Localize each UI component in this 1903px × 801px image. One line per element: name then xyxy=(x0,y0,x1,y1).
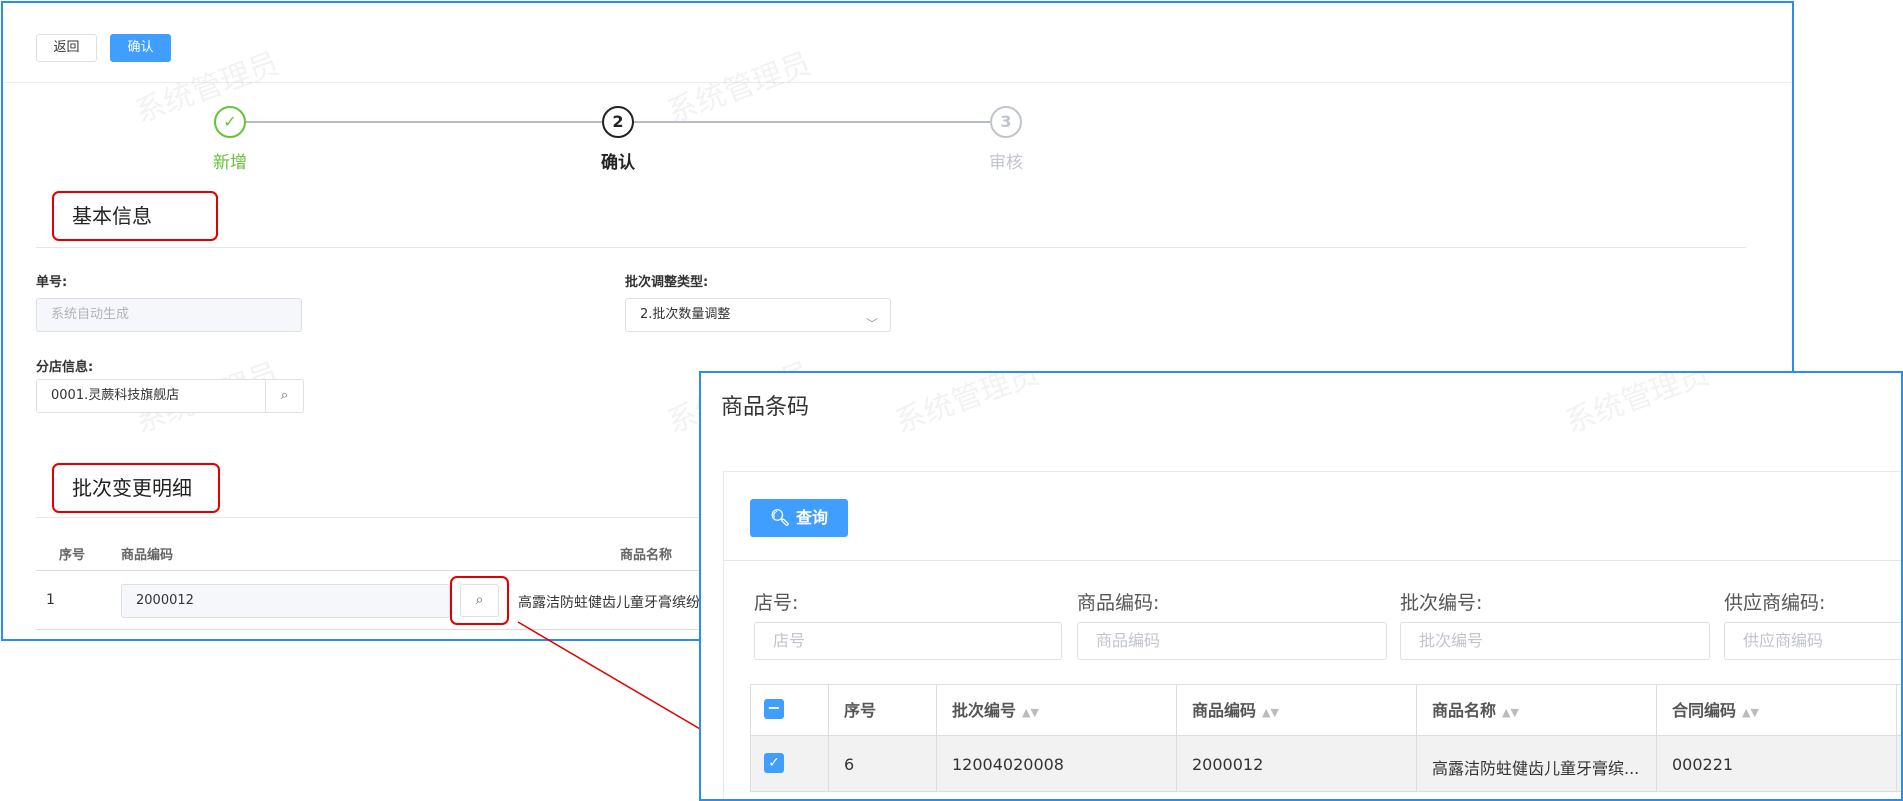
batch-grid: − 序号 批次编号 ▲▼ 商品编码 ▲▼ 商品名称 ▲▼ 合同编码 ▲▼ ✓ 6 120… xyxy=(750,684,1901,799)
dialog-title: 商品条码 xyxy=(721,395,810,420)
filter-code-input[interactable]: 商品编码 xyxy=(1077,622,1387,660)
filter-batch-label: 批次编号: xyxy=(1400,592,1483,614)
filter-store-input[interactable]: 店号 xyxy=(754,622,1062,660)
sort-icon[interactable]: ▲▼ xyxy=(1262,706,1279,719)
filter-supplier-input[interactable]: 供应商编码 xyxy=(1724,622,1901,660)
col-divider xyxy=(1416,684,1417,792)
row-contract: 000221 xyxy=(1672,755,1734,774)
filter-supplier-label: 供应商编码: xyxy=(1724,592,1826,614)
col-name-header[interactable]: 商品名称 ▲▼ xyxy=(1432,697,1519,721)
watermark: 系统管理员 xyxy=(890,371,1044,441)
filter-store-label: 店号: xyxy=(754,592,799,614)
col-batch-header[interactable]: 批次编号 ▲▼ xyxy=(952,697,1039,721)
col-contract-header[interactable]: 合同编码 ▲▼ xyxy=(1672,697,1759,721)
row-code: 2000012 xyxy=(1192,755,1264,774)
col-index-header: 序号 xyxy=(844,701,877,720)
search-icon: 🔍︎ xyxy=(770,508,791,527)
col-divider xyxy=(1896,684,1897,792)
query-button[interactable]: 🔍︎ 查询 xyxy=(750,499,848,537)
sort-icon[interactable]: ▲▼ xyxy=(1502,706,1519,719)
sort-icon[interactable]: ▲▼ xyxy=(1022,706,1039,719)
divider xyxy=(724,560,1901,561)
select-all-checkbox[interactable]: − xyxy=(764,699,784,719)
query-label: 查询 xyxy=(795,508,828,527)
row-checkbox-checked[interactable]: ✓ xyxy=(764,753,784,773)
filter-batch-input[interactable]: 批次编号 xyxy=(1400,622,1710,660)
barcode-dialog: 商品条码 系统管理员 系统管理员 系统管理员 系统管理员 🔍︎ 查询 店号: 店… xyxy=(699,371,1903,801)
sort-icon[interactable]: ▲▼ xyxy=(1742,706,1759,719)
row-batch-no: 12004020008 xyxy=(952,755,1064,774)
watermark: 系统管理员 xyxy=(1560,371,1714,441)
col-divider xyxy=(936,684,937,792)
col-divider xyxy=(1656,684,1657,792)
row-index: 6 xyxy=(844,755,855,774)
query-panel: 🔍︎ 查询 店号: 店号 商品编码: 商品编码 批次编号: 批次编号 供应商编码… xyxy=(723,471,1901,799)
col-code-header[interactable]: 商品编码 ▲▼ xyxy=(1192,697,1279,721)
col-divider xyxy=(828,684,829,792)
row-name: 高露洁防蛀健齿儿童牙膏缤... xyxy=(1432,759,1640,778)
filter-code-label: 商品编码: xyxy=(1077,592,1160,614)
col-divider xyxy=(1176,684,1177,792)
